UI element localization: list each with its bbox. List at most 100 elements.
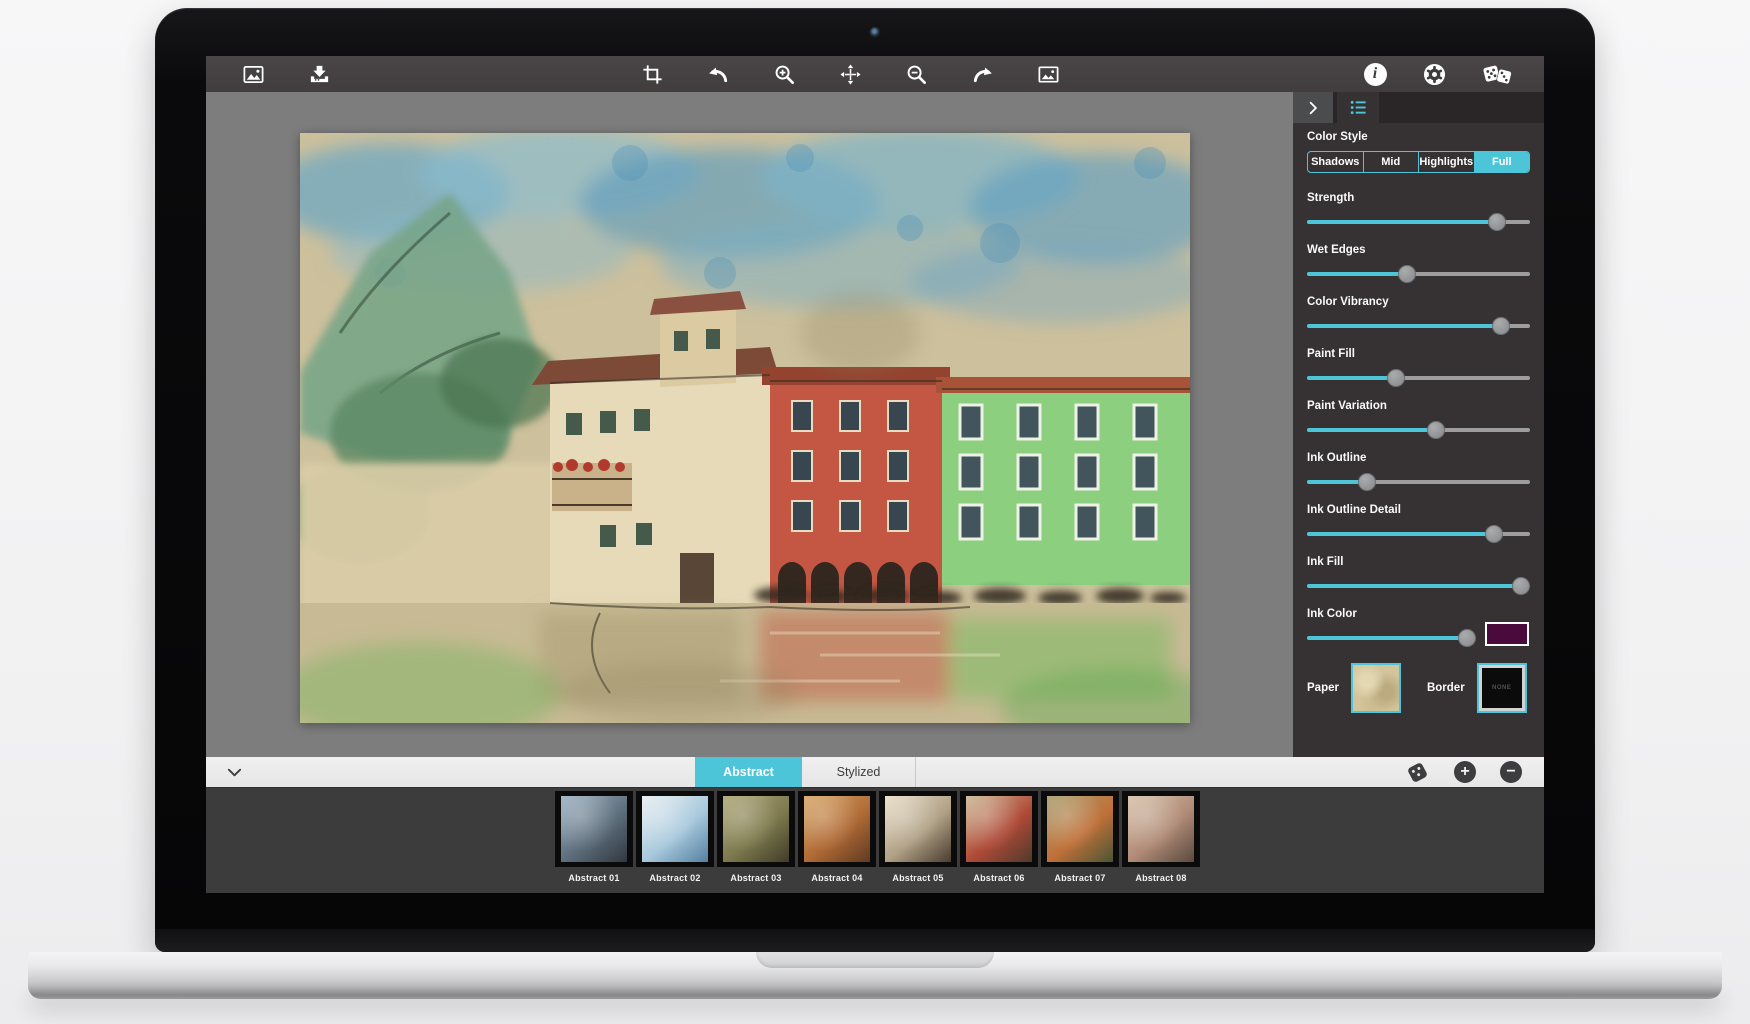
- border-swatch[interactable]: NONE: [1477, 663, 1527, 713]
- slider-fill: [1307, 324, 1501, 328]
- image-preview-icon[interactable]: [1035, 61, 1061, 87]
- zoom-in-icon[interactable]: [771, 61, 797, 87]
- bottom-bar-icons: + −: [1404, 757, 1522, 787]
- thumbnail-label: Abstract 01: [555, 873, 633, 883]
- thumbnail-image: [642, 796, 708, 862]
- preset-thumbnail-abstract-05[interactable]: Abstract 05: [879, 791, 957, 883]
- color-style-option-full[interactable]: Full: [1474, 152, 1530, 172]
- ink-color-swatch[interactable]: [1485, 622, 1529, 646]
- panel-collapse-button[interactable]: [1293, 92, 1333, 123]
- preset-thumbnail-abstract-02[interactable]: Abstract 02: [636, 791, 714, 883]
- slider-thumb[interactable]: [1398, 265, 1416, 283]
- preset-thumbnail-abstract-07[interactable]: Abstract 07: [1041, 791, 1119, 883]
- slider-fill: [1307, 376, 1396, 380]
- color-style-segmented-control: ShadowsMidHighlightsFull: [1307, 151, 1530, 173]
- slider-label-paint-variation: Paint Variation: [1307, 400, 1530, 412]
- move-icon[interactable]: [837, 61, 863, 87]
- slider-label-color-vibrancy: Color Vibrancy: [1307, 296, 1530, 308]
- tab-abstract[interactable]: Abstract: [695, 757, 802, 787]
- color-style-option-mid[interactable]: Mid: [1363, 152, 1419, 172]
- preset-thumbnail-abstract-03[interactable]: Abstract 03: [717, 791, 795, 883]
- webcam: [870, 27, 881, 38]
- wet-edges-slider[interactable]: [1307, 265, 1530, 283]
- slider-label-ink-outline: Ink Outline: [1307, 452, 1530, 464]
- paper-swatch[interactable]: [1351, 663, 1401, 713]
- ink-outline-slider[interactable]: [1307, 473, 1530, 491]
- randomize-die-icon[interactable]: [1404, 759, 1430, 785]
- color-style-label: Color Style: [1307, 131, 1530, 143]
- thumbnail-label: Abstract 07: [1041, 873, 1119, 883]
- preset-list-tab[interactable]: [1337, 92, 1379, 123]
- slider-thumb[interactable]: [1358, 473, 1376, 491]
- slider-thumb[interactable]: [1458, 629, 1476, 647]
- preset-filmstrip: Abstract 01Abstract 02Abstract 03Abstrac…: [206, 787, 1544, 893]
- paint-fill-slider[interactable]: [1307, 369, 1530, 387]
- chevron-down-icon[interactable]: [220, 757, 248, 787]
- crop-icon[interactable]: [639, 61, 665, 87]
- thumbnail-label: Abstract 06: [960, 873, 1038, 883]
- slider-group-color-vibrancy: Color Vibrancy: [1307, 296, 1530, 335]
- panel-header: [1293, 92, 1544, 123]
- color-vibrancy-slider[interactable]: [1307, 317, 1530, 335]
- thumbnail-image: [966, 796, 1032, 862]
- border-none-value: NONE: [1492, 685, 1511, 691]
- thumbnail-frame: [1041, 791, 1119, 867]
- ink-color-slider[interactable]: [1307, 629, 1475, 647]
- slider-thumb[interactable]: [1492, 317, 1510, 335]
- strength-slider[interactable]: [1307, 213, 1530, 231]
- thumbnail-frame: [1122, 791, 1200, 867]
- slider-label-ink-fill: Ink Fill: [1307, 556, 1530, 568]
- ink-color-row: [1307, 620, 1530, 647]
- filmstrip-items: Abstract 01Abstract 02Abstract 03Abstrac…: [555, 791, 1200, 883]
- thumbnail-label: Abstract 04: [798, 873, 876, 883]
- artwork-canvas[interactable]: [300, 133, 1190, 723]
- slider-thumb[interactable]: [1485, 525, 1503, 543]
- rotate-left-icon[interactable]: [705, 61, 731, 87]
- color-style-option-highlights[interactable]: Highlights: [1418, 152, 1474, 172]
- paint-variation-slider[interactable]: [1307, 421, 1530, 439]
- app-window: i: [206, 56, 1544, 893]
- slider-group-strength: Strength: [1307, 192, 1530, 231]
- color-style-option-shadows[interactable]: Shadows: [1308, 152, 1363, 172]
- settings-panel: Color Style ShadowsMidHighlightsFull Str…: [1293, 92, 1544, 757]
- slider-group-ink-fill: Ink Fill: [1307, 556, 1530, 595]
- export-save-icon[interactable]: [306, 61, 332, 87]
- tab-stylized[interactable]: Stylized: [802, 757, 916, 787]
- thumbnail-image: [723, 796, 789, 862]
- thumbnail-frame: [798, 791, 876, 867]
- preset-thumbnail-abstract-01[interactable]: Abstract 01: [555, 791, 633, 883]
- laptop-lid-notch: [756, 952, 994, 968]
- add-preset-icon[interactable]: +: [1454, 761, 1476, 783]
- thumbnail-label: Abstract 02: [636, 873, 714, 883]
- settings-gear-icon[interactable]: [1421, 61, 1447, 87]
- slider-thumb[interactable]: [1512, 577, 1530, 595]
- slider-group-paint-fill: Paint Fill: [1307, 348, 1530, 387]
- ink-outline-detail-slider[interactable]: [1307, 525, 1530, 543]
- slider-group-paint-variation: Paint Variation: [1307, 400, 1530, 439]
- preset-thumbnail-abstract-06[interactable]: Abstract 06: [960, 791, 1038, 883]
- randomize-dice-icon[interactable]: [1480, 61, 1514, 87]
- redo-icon[interactable]: [969, 61, 995, 87]
- thumbnail-image: [561, 796, 627, 862]
- zoom-out-icon[interactable]: [903, 61, 929, 87]
- ink-fill-slider[interactable]: [1307, 577, 1530, 595]
- slider-label-wet-edges: Wet Edges: [1307, 244, 1530, 256]
- paper-label: Paper: [1307, 682, 1339, 694]
- slider-thumb[interactable]: [1427, 421, 1445, 439]
- slider-fill: [1307, 636, 1467, 640]
- thumbnail-frame: [879, 791, 957, 867]
- info-icon[interactable]: i: [1362, 61, 1388, 87]
- slider-thumb[interactable]: [1488, 213, 1506, 231]
- thumbnail-frame: [555, 791, 633, 867]
- slider-thumb[interactable]: [1387, 369, 1405, 387]
- preset-thumbnail-abstract-04[interactable]: Abstract 04: [798, 791, 876, 883]
- thumbnail-image: [1047, 796, 1113, 862]
- photo-library-icon[interactable]: [240, 61, 266, 87]
- thumbnail-label: Abstract 05: [879, 873, 957, 883]
- sliders-container: Strength Wet Edges Color Vibrancy Paint Fil…: [1307, 192, 1530, 647]
- panel-body: Color Style ShadowsMidHighlightsFull Str…: [1293, 123, 1544, 713]
- preset-thumbnail-abstract-08[interactable]: Abstract 08: [1122, 791, 1200, 883]
- toolbar-left-group: [240, 56, 332, 92]
- thumbnail-frame: [960, 791, 1038, 867]
- remove-preset-icon[interactable]: −: [1500, 761, 1522, 783]
